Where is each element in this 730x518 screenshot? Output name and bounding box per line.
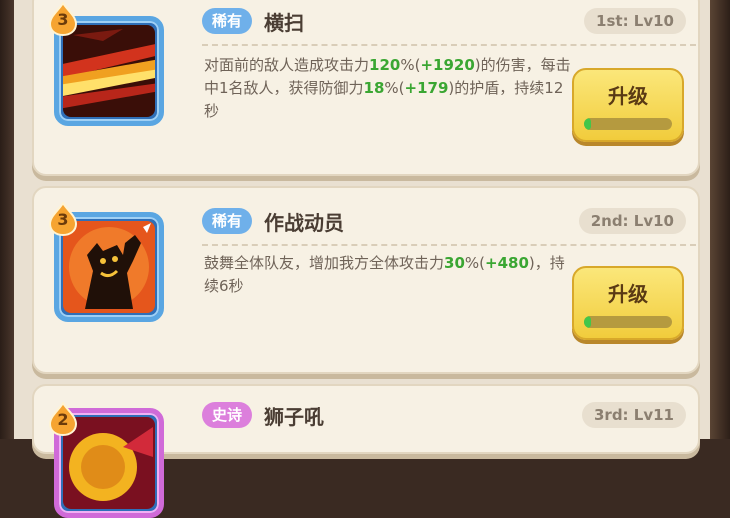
divider — [202, 44, 696, 46]
upgrade-progress-bar — [584, 316, 672, 328]
divider — [202, 244, 696, 246]
slash-fire-icon — [63, 25, 155, 117]
desc-text: %( — [400, 56, 421, 74]
scrollbar[interactable] — [710, 0, 730, 439]
skill-name: 横扫 — [264, 11, 304, 35]
rarity-badge: 稀有 — [202, 208, 253, 234]
skill-description: 鼓舞全体队友，增加我方全体攻击力30%(+480)，持续6秒 — [204, 252, 576, 298]
stat-value: 18 — [363, 79, 385, 97]
stat-value: +480 — [485, 254, 529, 272]
rank-badge: 2nd: Lv10 — [578, 208, 686, 234]
left-border — [0, 0, 14, 439]
stat-value: 120 — [369, 56, 401, 74]
skill-description: 对面前的敌人造成攻击力120%(+1920)的伤害，每击中1名敌人，获得防御力1… — [204, 54, 576, 123]
upgrade-button[interactable]: 升级 — [572, 68, 684, 142]
skill-card[interactable]: 3 稀有 横扫 1st: Lv10 对面前的敌人造成攻击力120%(+1920)… — [32, 0, 700, 176]
skill-name: 作战动员 — [264, 211, 344, 235]
skill-name: 狮子吼 — [264, 405, 324, 429]
upgrade-button[interactable]: 升级 — [572, 266, 684, 340]
rarity-badge: 稀有 — [202, 8, 253, 34]
upgrade-label: 升级 — [608, 282, 648, 306]
level-badge: 3 — [48, 0, 78, 37]
desc-text: 对面前的敌人造成攻击力 — [204, 56, 370, 74]
rank-badge: 3rd: Lv11 — [581, 402, 686, 428]
rank-badge: 1st: Lv10 — [584, 8, 686, 34]
level-badge: 2 — [48, 400, 78, 437]
stat-value: 30 — [444, 254, 465, 272]
skill-card[interactable]: 2 史诗 狮子吼 3rd: Lv11 — [32, 384, 700, 518]
desc-text: 鼓舞全体队友，增加我方全体攻击力 — [204, 254, 445, 272]
desc-text: %( — [464, 254, 485, 272]
stat-value: +1920 — [420, 56, 475, 74]
upgrade-progress-bar — [584, 118, 672, 130]
rarity-badge: 史诗 — [202, 402, 253, 428]
skill-list[interactable]: 3 稀有 横扫 1st: Lv10 对面前的敌人造成攻击力120%(+1920)… — [14, 0, 710, 518]
stat-value: +179 — [404, 79, 449, 97]
upgrade-progress-fill — [584, 316, 592, 328]
skill-card[interactable]: 3 稀有 作战动员 2nd: Lv10 鼓舞全体队友，增加我方全体攻击力30%(… — [32, 186, 700, 374]
level-badge: 3 — [48, 200, 78, 237]
upgrade-progress-fill — [584, 118, 592, 130]
upgrade-label: 升级 — [608, 84, 648, 108]
desc-text: %( — [384, 79, 405, 97]
